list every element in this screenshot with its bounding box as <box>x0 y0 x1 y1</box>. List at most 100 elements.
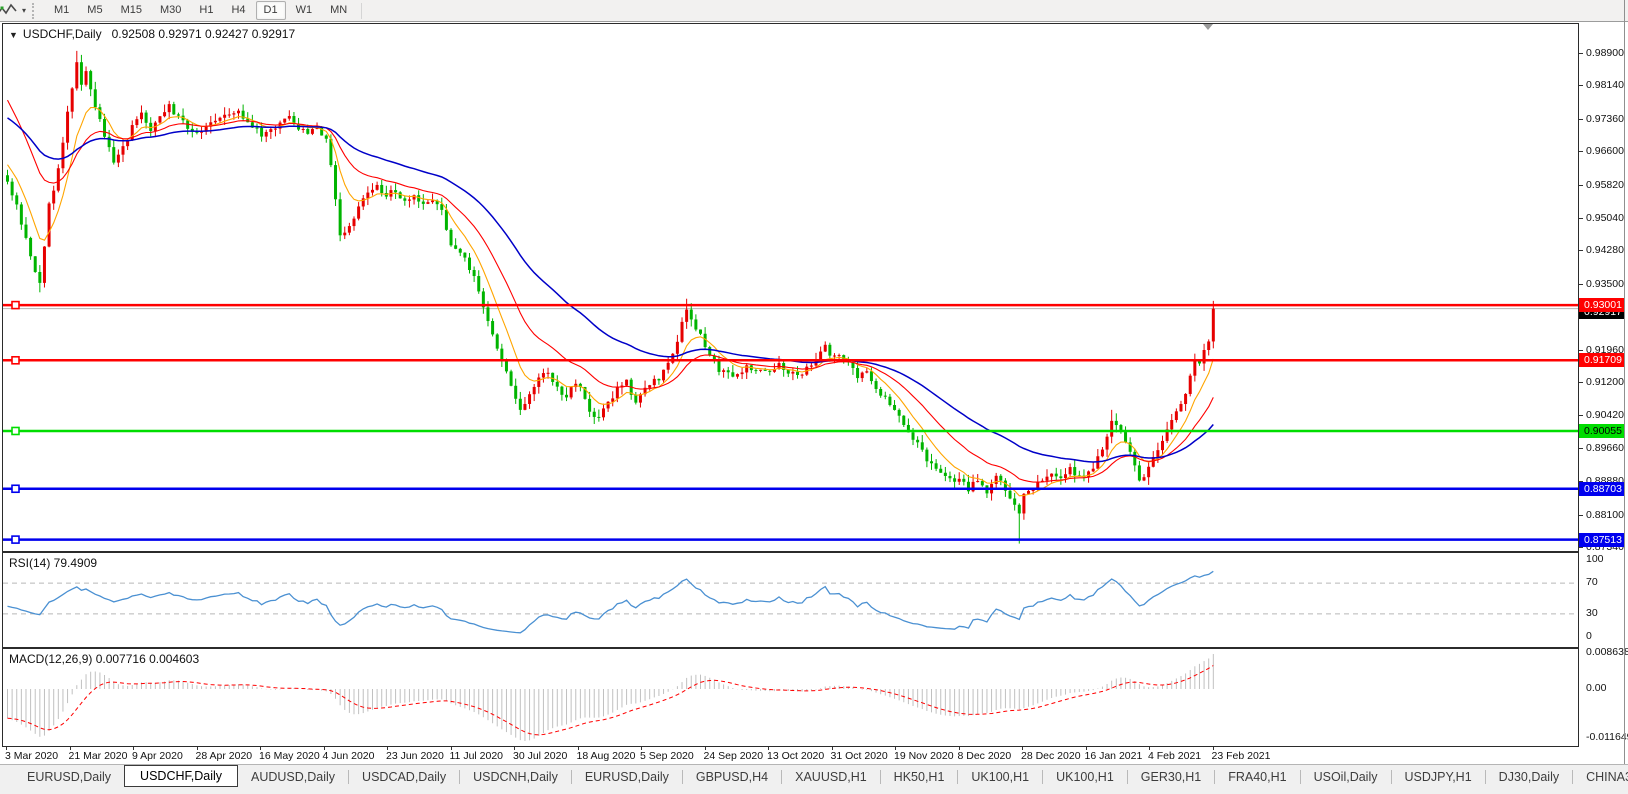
chart-tab-usoil-daily[interactable]: USOil,Daily <box>1301 768 1391 786</box>
date-label: 19 Nov 2020 <box>894 750 954 762</box>
indicator-zigzag-icon[interactable] <box>0 2 22 20</box>
rsi-indicator-panel[interactable]: RSI(14) 79.4909 <box>2 552 1579 648</box>
candle-body <box>759 370 762 371</box>
price-tick <box>1579 515 1583 516</box>
toolbar-dropdown-caret[interactable]: ▾ <box>22 6 26 15</box>
chart-tab-hk50-h1[interactable]: HK50,H1 <box>881 768 958 786</box>
candle-body <box>57 168 60 190</box>
candle-body <box>565 395 568 398</box>
candle-body <box>463 253 466 258</box>
timeframe-button-m1[interactable]: M1 <box>46 1 77 20</box>
price-tick <box>1579 284 1583 285</box>
candle-body <box>1101 450 1104 457</box>
chart-shift-marker-icon[interactable] <box>1203 24 1213 30</box>
chart-tab-usdcad-daily[interactable]: USDCAD,Daily <box>349 768 459 786</box>
chart-ohlc-values: 0.92508 0.92971 0.92427 0.92917 <box>112 27 296 41</box>
chart-tab-audusd-daily[interactable]: AUDUSD,Daily <box>238 768 348 786</box>
candle-body <box>796 372 799 375</box>
main-chart-panel[interactable]: ▼ USDCHF,Daily 0.92508 0.92971 0.92427 0.9… <box>2 23 1579 552</box>
candle-body <box>588 399 591 412</box>
candle-body <box>306 129 309 134</box>
candle-body <box>879 389 882 396</box>
timeframe-button-mn[interactable]: MN <box>322 1 355 20</box>
candlestick-chart[interactable] <box>3 24 1578 551</box>
candle-body <box>71 88 74 111</box>
candle-body <box>791 372 794 374</box>
date-label: 24 Sep 2020 <box>704 750 764 762</box>
candle-body <box>828 345 831 356</box>
timeframe-button-m30[interactable]: M30 <box>152 1 189 20</box>
date-label: 4 Feb 2021 <box>1148 750 1201 762</box>
timeframe-button-h4[interactable]: H4 <box>223 1 253 20</box>
timeframe-button-d1[interactable]: D1 <box>256 1 286 20</box>
candle-body <box>537 377 540 386</box>
chart-tab-china300-h1[interactable]: CHINA300,H1 <box>1573 768 1628 786</box>
candle-body <box>357 206 360 218</box>
date-axis[interactable]: 3 Mar 202021 Mar 20209 Apr 202028 Apr 20… <box>2 747 1579 764</box>
price-tick <box>1579 218 1583 219</box>
candle-body <box>135 119 138 125</box>
candle-body <box>1179 404 1182 411</box>
candle-body <box>334 165 337 199</box>
chart-tab-eurusd-daily[interactable]: EURUSD,Daily <box>572 768 682 786</box>
timeframe-button-w1[interactable]: W1 <box>288 1 321 20</box>
candle-body <box>1059 476 1062 478</box>
chart-symbol-label: USDCHF,Daily <box>23 27 102 41</box>
candle-body <box>634 395 637 403</box>
candle-body <box>662 370 665 381</box>
candle-body <box>764 370 767 371</box>
candle-body <box>667 363 670 370</box>
candle-body <box>542 373 545 377</box>
chart-tab-fra40-h1[interactable]: FRA40,H1 <box>1215 768 1299 786</box>
candle-body <box>699 330 702 334</box>
price-tick <box>1579 151 1583 152</box>
level-price-tag: 0.87513 <box>1579 533 1624 547</box>
candle-body <box>1143 477 1146 480</box>
candle-body <box>995 476 998 484</box>
candle-body <box>145 113 148 123</box>
rsi-tick-label: 100 <box>1586 553 1604 565</box>
timeframe-button-m5[interactable]: M5 <box>79 1 110 20</box>
chart-tab-usdchf-daily[interactable]: USDCHF,Daily <box>124 765 238 787</box>
candle-body <box>1175 411 1178 420</box>
candle-body <box>265 132 268 137</box>
candle-body <box>89 71 92 89</box>
price-tick <box>1579 547 1583 548</box>
candle-body <box>403 198 406 200</box>
level-handle <box>12 302 19 309</box>
chart-tab-usdcnh-daily[interactable]: USDCNH,Daily <box>460 768 571 786</box>
candle-body <box>103 119 106 137</box>
chart-tab-usdjpy-h1[interactable]: USDJPY,H1 <box>1392 768 1485 786</box>
timeframe-buttons: M1M5M15M30H1H4D1W1MN <box>45 1 356 20</box>
chart-tab-dj30-daily[interactable]: DJ30,Daily <box>1486 768 1572 786</box>
price-axis[interactable]: 0.989000.981400.973600.966000.958200.950… <box>1579 23 1624 747</box>
macd-indicator-panel[interactable]: MACD(12,26,9) 0.007716 0.004603 <box>2 648 1579 747</box>
candle-body <box>223 115 226 118</box>
chart-tab-eurusd-daily[interactable]: EURUSD,Daily <box>14 768 124 786</box>
chart-tab-ger30-h1[interactable]: GER30,H1 <box>1128 768 1214 786</box>
date-label: 16 Jan 2021 <box>1085 750 1143 762</box>
date-label: 8 Dec 2020 <box>958 750 1012 762</box>
timeframe-button-h1[interactable]: H1 <box>191 1 221 20</box>
date-label: 28 Apr 2020 <box>196 750 253 762</box>
candle-body <box>320 127 323 136</box>
level-price-tag: 0.88703 <box>1579 482 1624 496</box>
candle-body <box>912 432 915 439</box>
chart-tab-uk100-h1[interactable]: UK100,H1 <box>1043 768 1127 786</box>
candle-body <box>551 373 554 382</box>
candle-body <box>801 375 804 376</box>
chart-tab-xauusd-h1[interactable]: XAUUSD,H1 <box>782 768 880 786</box>
candle-body <box>810 366 813 367</box>
chart-tab-gbpusd-h4[interactable]: GBPUSD,H4 <box>683 768 781 786</box>
date-label: 5 Sep 2020 <box>640 750 694 762</box>
candle-body <box>510 371 513 385</box>
candle-body <box>676 342 679 354</box>
level-price-tag: 0.93001 <box>1579 298 1624 312</box>
level-handle <box>12 427 19 434</box>
date-label: 4 Jun 2020 <box>323 750 375 762</box>
timeframe-button-m15[interactable]: M15 <box>113 1 150 20</box>
symbol-dropdown-caret[interactable]: ▼ <box>9 30 18 40</box>
chart-tab-uk100-h1[interactable]: UK100,H1 <box>958 768 1042 786</box>
toolbar-grip-handle[interactable] <box>32 3 39 19</box>
candle-body <box>80 62 83 85</box>
